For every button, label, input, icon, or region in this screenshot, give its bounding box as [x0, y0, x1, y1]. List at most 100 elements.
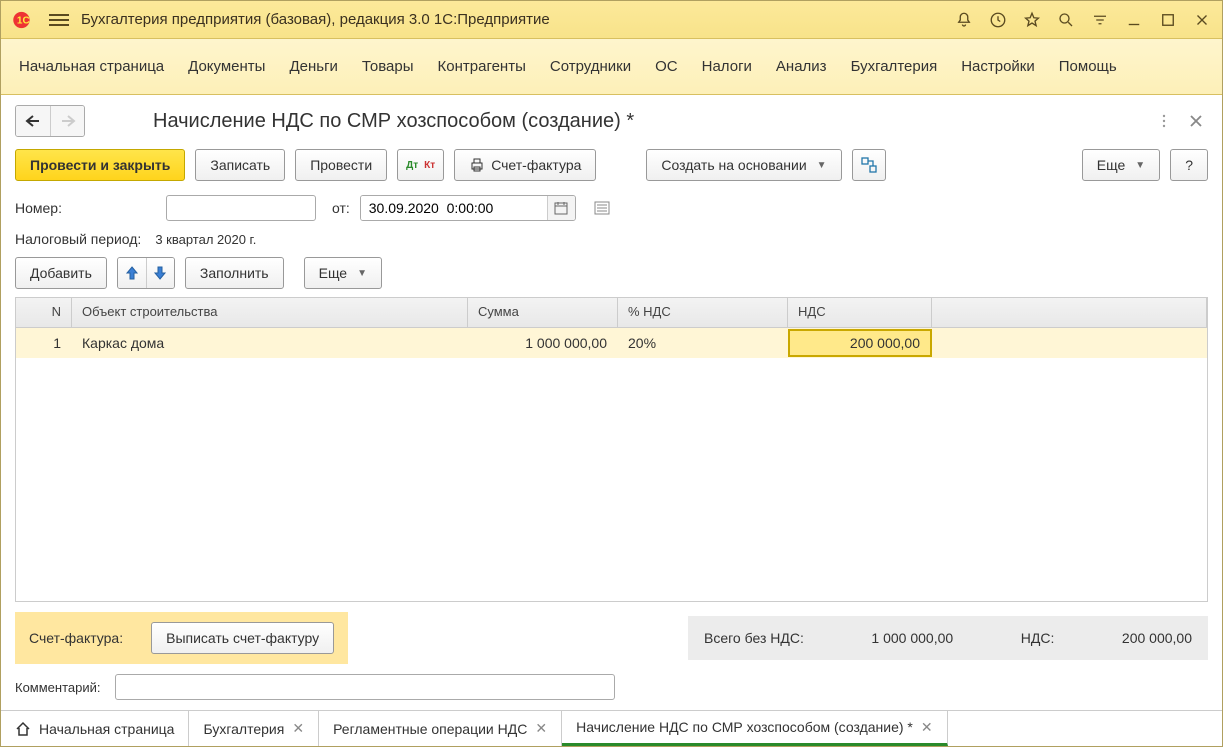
nav-buttons: [15, 105, 85, 137]
create-invoice-button[interactable]: Выписать счет-фактуру: [151, 622, 334, 654]
menu-counterparties[interactable]: Контрагенты: [438, 58, 526, 75]
th-rest: [932, 298, 1207, 327]
tab-label: Бухгалтерия: [203, 721, 284, 737]
menu-money[interactable]: Деньги: [289, 58, 337, 75]
create-based-label: Создать на основании: [661, 157, 806, 173]
window-title: Бухгалтерия предприятия (базовая), редак…: [81, 11, 954, 28]
menu-settings[interactable]: Настройки: [961, 58, 1035, 75]
tab-current[interactable]: Начисление НДС по СМР хозспособом (созда…: [562, 711, 948, 746]
print-icon: [469, 157, 485, 173]
invoice-section: Счет-фактура: Выписать счет-фактуру: [15, 612, 348, 664]
comment-input[interactable]: [115, 674, 615, 700]
filter-icon[interactable]: [1090, 10, 1110, 30]
tax-period-label: Налоговый период:: [15, 231, 141, 247]
total-value: 1 000 000,00: [871, 630, 953, 646]
th-vat-pct[interactable]: % НДС: [618, 298, 788, 327]
invoice-label: Счет-фактура:: [29, 630, 123, 646]
app-window: 1С Бухгалтерия предприятия (базовая), ре…: [0, 0, 1223, 747]
invoice-button-label: Счет-фактура: [491, 157, 581, 173]
help-button[interactable]: ?: [1170, 149, 1208, 181]
menu-accounting[interactable]: Бухгалтерия: [851, 58, 938, 75]
post-button[interactable]: Провести: [295, 149, 387, 181]
tab-vat-ops[interactable]: Регламентные операции НДС ✕: [319, 711, 562, 746]
tab-label: Начальная страница: [39, 721, 174, 737]
cell-n[interactable]: 1: [16, 335, 72, 351]
menu-goods[interactable]: Товары: [362, 58, 414, 75]
minimize-icon[interactable]: [1124, 10, 1144, 30]
menu-taxes[interactable]: Налоги: [702, 58, 752, 75]
tab-accounting[interactable]: Бухгалтерия ✕: [189, 711, 319, 746]
number-input[interactable]: [166, 195, 316, 221]
close-window-icon[interactable]: [1192, 10, 1212, 30]
from-label: от:: [332, 200, 350, 216]
post-and-close-button[interactable]: Провести и закрыть: [15, 149, 185, 181]
bottom-tabs: Начальная страница Бухгалтерия ✕ Регламе…: [1, 710, 1222, 746]
table-more-button[interactable]: Еще▼: [304, 257, 382, 289]
menu-help[interactable]: Помощь: [1059, 58, 1117, 75]
th-nds[interactable]: НДС: [788, 298, 932, 327]
total-label: Всего без НДС:: [704, 630, 804, 646]
more-label: Еще: [1097, 157, 1126, 173]
menu-home[interactable]: Начальная страница: [19, 58, 164, 75]
cell-nds[interactable]: 200 000,00: [788, 329, 932, 357]
nav-back-button[interactable]: [16, 106, 50, 136]
number-label: Номер:: [15, 200, 62, 216]
more-button[interactable]: Еще▼: [1082, 149, 1160, 181]
tab-close-icon[interactable]: ✕: [921, 719, 933, 736]
table-more-label: Еще: [319, 265, 348, 281]
save-button[interactable]: Записать: [195, 149, 285, 181]
bell-icon[interactable]: [954, 10, 974, 30]
hamburger-icon[interactable]: [49, 14, 69, 26]
table-body: 1 Каркас дома 1 000 000,00 20% 200 000,0…: [16, 328, 1207, 601]
home-icon: [15, 721, 31, 737]
tab-close-icon[interactable]: ✕: [535, 720, 547, 737]
tab-home[interactable]: Начальная страница: [1, 711, 189, 746]
menu-analysis[interactable]: Анализ: [776, 58, 827, 75]
comment-label: Комментарий:: [15, 680, 101, 695]
th-object[interactable]: Объект строительства: [72, 298, 468, 327]
maximize-icon[interactable]: [1158, 10, 1178, 30]
calendar-icon[interactable]: [547, 196, 575, 220]
move-up-button[interactable]: [118, 258, 146, 288]
titlebar: 1С Бухгалтерия предприятия (базовая), ре…: [1, 1, 1222, 39]
kebab-icon[interactable]: [1152, 109, 1176, 133]
list-icon[interactable]: [594, 201, 610, 215]
dt-kt-button[interactable]: ДтКт: [397, 149, 444, 181]
th-n[interactable]: N: [16, 298, 72, 327]
tab-label: Начисление НДС по СМР хозспособом (созда…: [576, 719, 913, 735]
app-logo: 1С: [11, 9, 41, 31]
cell-object[interactable]: Каркас дома: [72, 335, 468, 351]
menu-documents[interactable]: Документы: [188, 58, 265, 75]
tab-label: Регламентные операции НДС: [333, 721, 527, 737]
tab-close-icon[interactable]: ✕: [292, 720, 304, 737]
th-sum[interactable]: Сумма: [468, 298, 618, 327]
menu-employees[interactable]: Сотрудники: [550, 58, 631, 75]
related-button[interactable]: [852, 149, 886, 181]
page-title: Начисление НДС по СМР хозспособом (созда…: [153, 110, 1144, 133]
cell-sum[interactable]: 1 000 000,00: [468, 335, 618, 351]
date-field: [360, 195, 576, 221]
history-icon[interactable]: [988, 10, 1008, 30]
content-area: Начисление НДС по СМР хозспособом (созда…: [1, 95, 1222, 710]
move-down-button[interactable]: [146, 258, 174, 288]
table-header: N Объект строительства Сумма % НДС НДС: [16, 298, 1207, 328]
main-menu: Начальная страница Документы Деньги Това…: [1, 39, 1222, 95]
create-based-on-button[interactable]: Создать на основании▼: [646, 149, 841, 181]
invoice-button[interactable]: Счет-фактура: [454, 149, 596, 181]
fill-button[interactable]: Заполнить: [185, 257, 284, 289]
search-icon[interactable]: [1056, 10, 1076, 30]
menu-os[interactable]: ОС: [655, 58, 678, 75]
data-table: N Объект строительства Сумма % НДС НДС 1…: [15, 297, 1208, 602]
tax-period-value: 3 квартал 2020 г.: [155, 232, 256, 247]
nds-label: НДС:: [1021, 630, 1055, 646]
table-row[interactable]: 1 Каркас дома 1 000 000,00 20% 200 000,0…: [16, 328, 1207, 358]
date-input[interactable]: [361, 196, 547, 220]
svg-text:1С: 1С: [17, 15, 30, 26]
summary-bar: Всего без НДС: 1 000 000,00 НДС: 200 000…: [688, 616, 1208, 660]
close-page-icon[interactable]: [1184, 109, 1208, 133]
nav-forward-button[interactable]: [50, 106, 84, 136]
add-row-button[interactable]: Добавить: [15, 257, 107, 289]
cell-vat-pct[interactable]: 20%: [618, 335, 788, 351]
star-icon[interactable]: [1022, 10, 1042, 30]
nds-value: 200 000,00: [1122, 630, 1192, 646]
